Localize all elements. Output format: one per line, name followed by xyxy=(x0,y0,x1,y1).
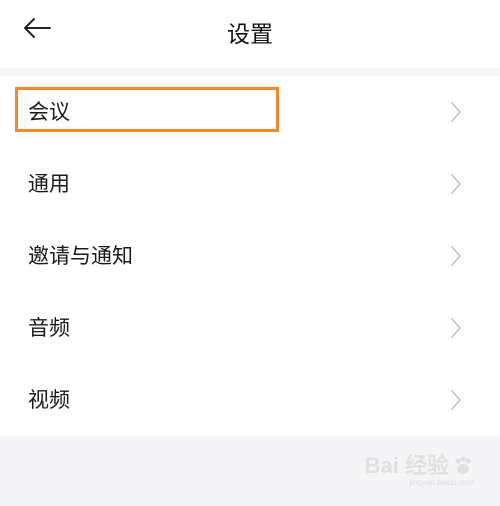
chevron-right-icon xyxy=(450,245,462,267)
settings-item-label: 视频 xyxy=(28,388,70,412)
chevron-right-icon xyxy=(450,389,462,411)
chevron-right-icon xyxy=(450,101,462,123)
paw-icon xyxy=(455,456,471,474)
settings-list: 会议 通用 邀请与通知 音频 视频 xyxy=(0,76,500,436)
header-bar: 设置 xyxy=(0,0,500,68)
chevron-right-icon xyxy=(450,317,462,339)
header-divider xyxy=(0,68,500,76)
settings-item-label: 邀请与通知 xyxy=(28,244,133,268)
page-title: 设置 xyxy=(227,22,273,48)
settings-item-label: 音频 xyxy=(28,316,70,340)
watermark-url: jingyan.baidu.com xyxy=(409,478,474,487)
settings-item-label: 会议 xyxy=(28,100,70,124)
settings-item-meeting[interactable]: 会议 xyxy=(0,76,500,148)
baidu-jingyan-watermark: Bai 经验 jingyan.baidu.com xyxy=(365,454,474,488)
settings-item-audio[interactable]: 音频 xyxy=(0,292,500,364)
settings-item-label: 通用 xyxy=(28,172,70,196)
settings-item-general[interactable]: 通用 xyxy=(0,148,500,220)
settings-item-invite-notify[interactable]: 邀请与通知 xyxy=(0,220,500,292)
watermark-brand-text: Bai 经验 xyxy=(364,453,449,478)
settings-item-video[interactable]: 视频 xyxy=(0,364,500,436)
watermark-brand: Bai 经验 xyxy=(365,454,474,478)
chevron-right-icon xyxy=(450,173,462,195)
